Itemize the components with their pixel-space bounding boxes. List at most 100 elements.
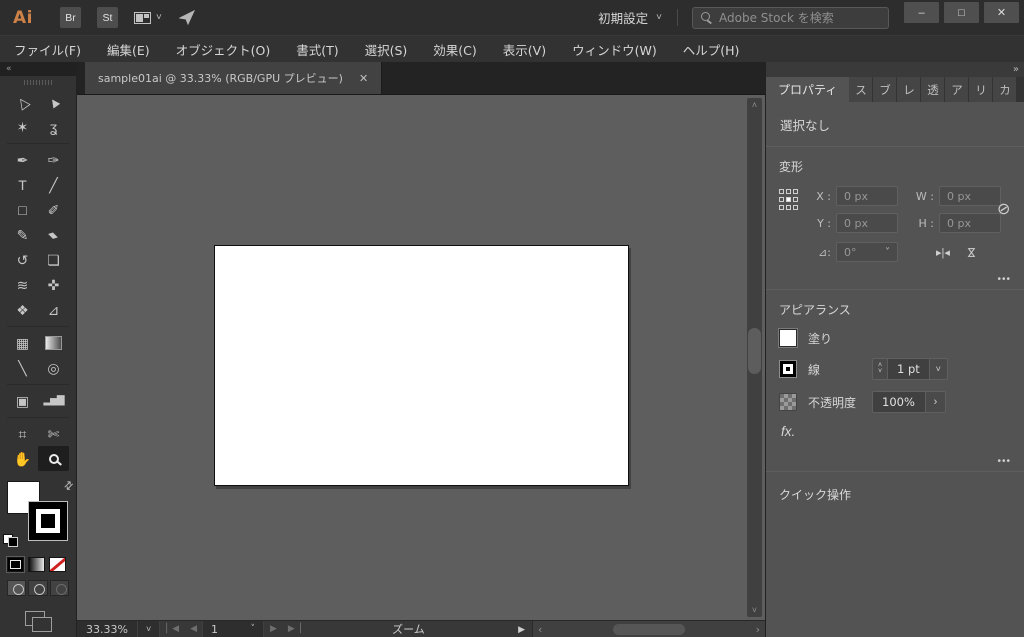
vertical-scrollbar[interactable]: ˄ ˅ (747, 98, 762, 617)
rotate-tool[interactable]: ↺ (7, 247, 38, 272)
menu-view[interactable]: 表示(V) (503, 40, 546, 59)
tab-links[interactable]: リ (969, 77, 994, 102)
tools-panel-grip[interactable] (0, 76, 76, 89)
fill-swatch[interactable] (779, 329, 797, 347)
slice-tool[interactable]: ✄ (38, 421, 69, 446)
workspace-preset-button[interactable]: 初期設定 ˅ (598, 8, 662, 27)
minimize-button[interactable]: – (904, 2, 939, 23)
last-page-icon[interactable]: ▶▕ (282, 624, 306, 634)
canvas[interactable]: ˄ ˅ (77, 95, 765, 620)
zoom-level-value[interactable]: 33.33% (77, 621, 138, 637)
menu-type[interactable]: 書式(T) (296, 40, 338, 59)
zoom-tool[interactable] (38, 446, 69, 471)
blend-tool[interactable]: ◎ (38, 355, 69, 380)
rectangle-tool[interactable]: □ (7, 197, 38, 222)
rotation-select[interactable]: 0° ˅ (836, 242, 898, 262)
artboard[interactable] (214, 245, 629, 486)
close-button[interactable]: ✕ (984, 2, 1019, 23)
collapse-panel-icon[interactable]: « (6, 64, 11, 74)
stroke-width-dropdown[interactable]: ˅ (928, 359, 947, 379)
shape-builder-tool[interactable]: ❖ (7, 297, 38, 322)
previous-page-icon[interactable]: ◀ (184, 624, 202, 634)
width-tool[interactable]: ≋ (7, 272, 38, 297)
eyedropper-tool[interactable]: ╲ (7, 355, 38, 380)
scale-tool[interactable]: ❏ (38, 247, 69, 272)
menu-window[interactable]: ウィンドウ(W) (572, 40, 657, 59)
opacity-swatch[interactable] (779, 393, 797, 411)
draw-behind-button[interactable] (28, 580, 48, 596)
reference-point-locator[interactable] (779, 189, 798, 211)
graph-tool[interactable]: ▂▅▇ (38, 388, 69, 413)
direct-selection-tool[interactable]: ▲ (38, 89, 69, 114)
horizontal-scrollbar[interactable]: ‹ › (532, 621, 765, 637)
stroke-swatch[interactable] (779, 360, 797, 378)
swap-fill-stroke-icon[interactable]: ⇄ (61, 478, 76, 493)
zoom-level-chevron[interactable]: ˅ (137, 621, 161, 637)
draw-normal-button[interactable] (7, 580, 27, 596)
line-segment-tool[interactable]: ╱ (38, 172, 69, 197)
x-input[interactable]: 0 px (836, 186, 898, 206)
tab-brushes[interactable]: ブ (873, 77, 898, 102)
gradient-tool[interactable] (38, 330, 69, 355)
bridge-button[interactable]: Br (59, 7, 81, 28)
stroke-color-swatch[interactable] (28, 501, 68, 541)
shaper-tool[interactable]: ✎ (7, 222, 38, 247)
vertical-scroll-track[interactable] (747, 112, 762, 603)
y-input[interactable]: 0 px (836, 213, 898, 233)
tab-swatches[interactable]: ス (849, 77, 874, 102)
opacity-control[interactable]: 100% › (872, 391, 946, 413)
adobe-stock-search-input[interactable]: Adobe Stock を検索 (692, 6, 889, 29)
perspective-grid-tool[interactable]: ⊿ (38, 297, 69, 322)
menu-effect[interactable]: 効果(C) (433, 40, 476, 59)
workspace-switcher-button[interactable]: ˅ (133, 11, 162, 24)
stepper-arrows-icon[interactable]: ˄ ˅ (873, 359, 888, 379)
stroke-width-stepper[interactable]: ˄ ˅ 1 pt ˅ (872, 358, 948, 380)
status-tool-label[interactable]: ズーム (306, 621, 511, 637)
type-tool[interactable]: T (7, 172, 38, 197)
selection-tool[interactable]: △ (7, 89, 38, 114)
tab-appearance[interactable]: ア (945, 77, 970, 102)
puppet-warp-tool[interactable]: ✜ (38, 272, 69, 297)
scroll-down-icon[interactable]: ˅ (752, 603, 757, 617)
effects-fx-button[interactable]: fx. (781, 424, 795, 439)
expand-panels-icon[interactable]: » (1013, 64, 1019, 75)
h-input[interactable]: 0 px (939, 213, 1001, 233)
appearance-more-options[interactable]: ••• (997, 456, 1011, 467)
change-screen-mode-button[interactable] (23, 610, 53, 632)
menu-help[interactable]: ヘルプ(H) (683, 40, 740, 59)
draw-inside-button[interactable] (49, 580, 69, 596)
tab-color[interactable]: カ (993, 77, 1018, 102)
opacity-value[interactable]: 100% (873, 392, 925, 412)
eraser-tool[interactable]: ▰ (38, 222, 69, 247)
scroll-left-icon[interactable]: ‹ (538, 623, 542, 636)
lasso-tool[interactable]: ʓ (38, 114, 69, 139)
color-button[interactable] (6, 556, 25, 573)
close-tab-icon[interactable]: ✕ (359, 72, 368, 85)
status-menu-icon[interactable]: ▶ (511, 624, 532, 635)
document-tab[interactable]: sample01ai @ 33.33% (RGB/GPU プレビュー) ✕ (85, 62, 383, 94)
flip-horizontal-icon[interactable]: ▸|◂ (936, 246, 950, 259)
gradient-button[interactable] (28, 557, 45, 572)
artboard-navigation-select[interactable]: 1 ˅ (201, 621, 264, 637)
symbol-sprayer-tool[interactable]: ▣ (7, 388, 38, 413)
w-input[interactable]: 0 px (939, 186, 1001, 206)
none-button[interactable] (49, 557, 66, 572)
menu-file[interactable]: ファイル(F) (14, 40, 81, 59)
first-page-icon[interactable]: ▏◀ (160, 624, 184, 634)
tab-properties[interactable]: プロパティ (766, 77, 850, 102)
horizontal-scroll-thumb[interactable] (613, 623, 685, 635)
flip-vertical-icon[interactable]: ⋈ (965, 246, 977, 259)
magic-wand-tool[interactable]: ✶ (7, 114, 38, 139)
tab-layers[interactable]: レ (897, 77, 922, 102)
curvature-tool[interactable]: ✑ (38, 147, 69, 172)
vertical-scroll-thumb[interactable] (748, 328, 761, 375)
menu-object[interactable]: オブジェクト(O) (176, 40, 271, 59)
maximize-button[interactable]: □ (944, 2, 979, 23)
tools-panel-header[interactable]: « (0, 62, 76, 76)
transform-more-options[interactable]: ••• (997, 274, 1011, 285)
pen-tool[interactable]: ✒ (7, 147, 38, 172)
opacity-options-icon[interactable]: › (925, 392, 945, 412)
hand-tool[interactable]: ✋ (7, 446, 38, 471)
stock-button[interactable]: St (96, 7, 118, 28)
stroke-width-value[interactable]: 1 pt (888, 359, 929, 379)
